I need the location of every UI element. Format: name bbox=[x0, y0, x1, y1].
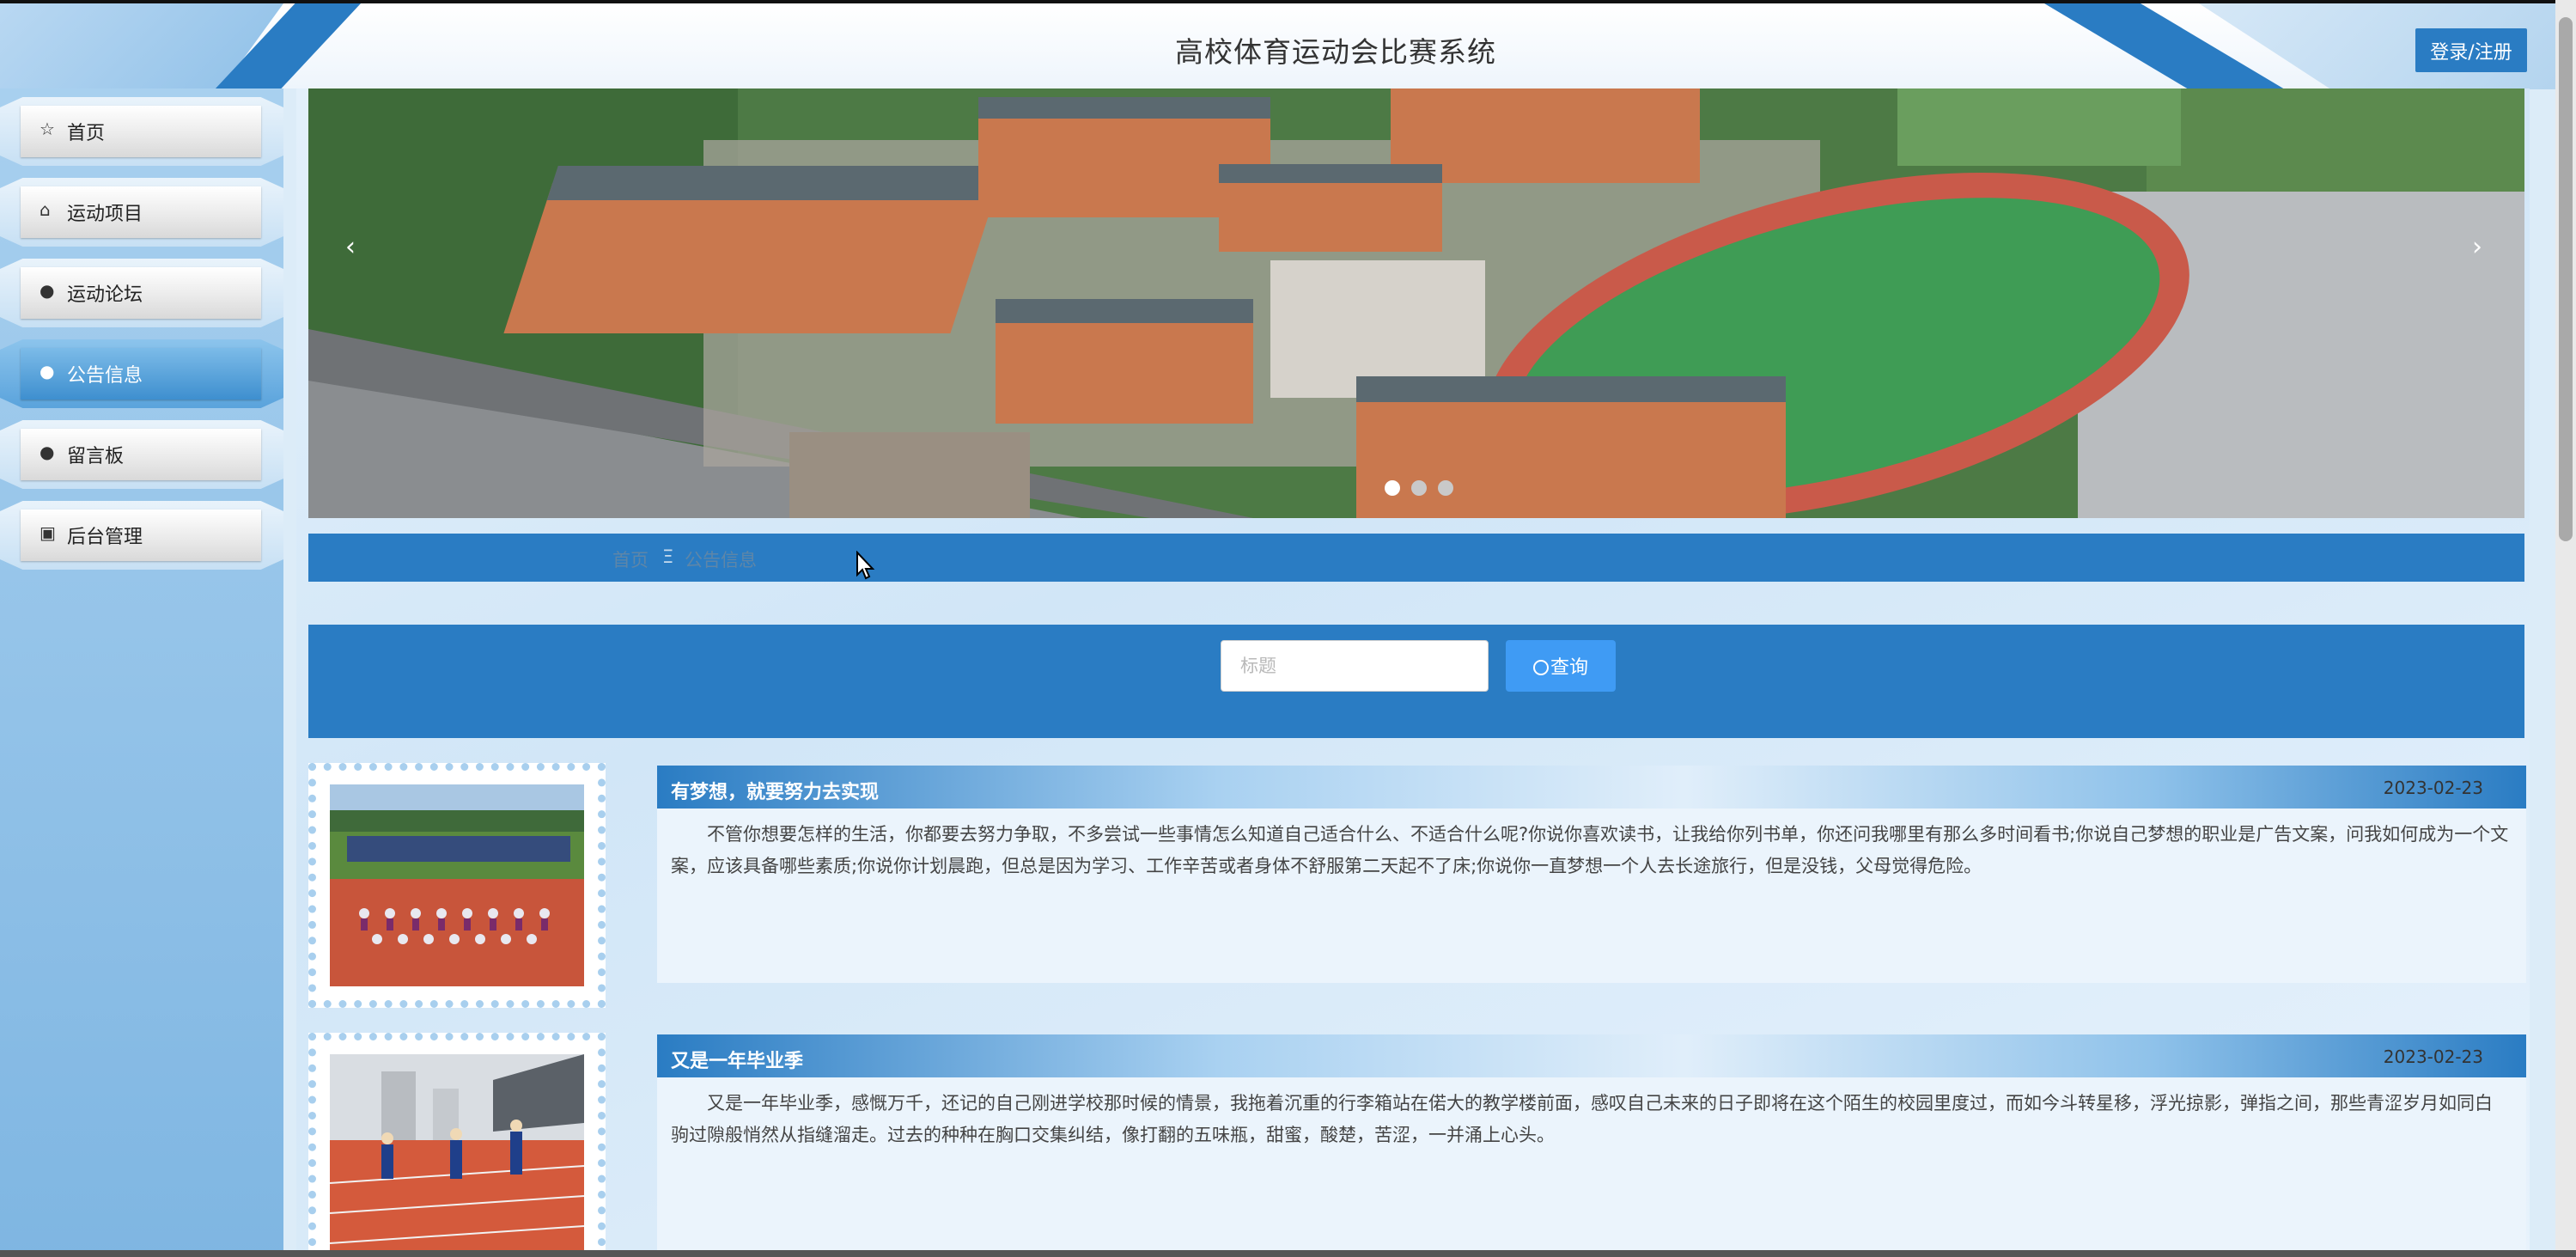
news-card-header: 又是一年毕业季 2023-02-23 bbox=[657, 1034, 2526, 1077]
info-circle-icon: ● bbox=[40, 442, 55, 462]
search-icon bbox=[1532, 660, 1549, 675]
campus-aerial-image bbox=[308, 88, 2524, 518]
carousel-indicators bbox=[1385, 480, 1465, 499]
breadcrumb: 首页 Ξ 公告信息 bbox=[308, 534, 2524, 582]
news-thumbnail[interactable] bbox=[308, 1033, 606, 1257]
carousel-prev-arrow[interactable]: ‹ bbox=[345, 232, 356, 262]
news-card-header: 有梦想，就要努力去实现 2023-02-23 bbox=[657, 766, 2526, 809]
site-title: 高校体育运动会比赛系统 bbox=[1175, 35, 1496, 69]
sidebar-item-announcements[interactable]: ● 公告信息 bbox=[0, 339, 283, 408]
breadcrumb-home-link[interactable]: 首页 bbox=[612, 546, 649, 572]
sidebar-item-label: 运动论坛 bbox=[67, 284, 143, 306]
banner-carousel[interactable] bbox=[308, 88, 2524, 518]
title-search-input[interactable] bbox=[1221, 640, 1489, 692]
carousel-dot[interactable] bbox=[1411, 480, 1427, 496]
breadcrumb-separator: Ξ bbox=[662, 546, 674, 567]
sidebar: ☆ 首页 ⌂ 运动项目 ● 运动论坛 ● 公告信息 ● 留言板 ▣ 后台管理 bbox=[0, 88, 283, 1257]
carousel-dot[interactable] bbox=[1385, 480, 1400, 496]
sidebar-item-label: 公告信息 bbox=[67, 365, 143, 387]
news-card: 有梦想，就要努力去实现 2023-02-23 不管你想要怎样的生活，你都要去努力… bbox=[657, 766, 2526, 983]
login-register-button[interactable]: 登录/注册 bbox=[2415, 28, 2527, 72]
window-bottom-edge bbox=[0, 1250, 2576, 1257]
sidebar-item-forum[interactable]: ● 运动论坛 bbox=[0, 259, 283, 327]
circle-icon: ● bbox=[40, 361, 55, 381]
track-race-image bbox=[330, 1054, 584, 1256]
mouse-cursor-icon bbox=[856, 551, 875, 580]
carousel-dot[interactable] bbox=[1438, 480, 1453, 496]
top-header: 高校体育运动会比赛系统 登录/注册 bbox=[0, 0, 2576, 89]
news-content: 又是一年毕业季，感慨万千，还记的自己刚进学校那时候的情景，我拖着沉重的行李箱站在… bbox=[671, 1093, 2493, 1145]
sidebar-item-home[interactable]: ☆ 首页 bbox=[0, 97, 283, 166]
page-scrollbar-thumb[interactable] bbox=[2559, 17, 2573, 541]
sidebar-item-label: 首页 bbox=[67, 123, 106, 144]
star-outline-icon: ☆ bbox=[40, 119, 55, 139]
news-title[interactable]: 有梦想，就要努力去实现 bbox=[671, 777, 879, 804]
sidebar-item-label: 运动项目 bbox=[67, 204, 143, 225]
sidebar-item-label: 留言板 bbox=[67, 446, 125, 467]
news-content: 不管你想要怎样的生活，你都要去努力争取，不多尝试一些事情怎么知道自己适合什么、不… bbox=[671, 824, 2509, 876]
news-card: 又是一年毕业季 2023-02-23 又是一年毕业季，感慨万千，还记的自己刚进学… bbox=[657, 1034, 2526, 1252]
breadcrumb-current: 公告信息 bbox=[685, 550, 757, 571]
sports-parade-image bbox=[330, 784, 584, 986]
bag-icon: ⌂ bbox=[40, 199, 51, 220]
search-button-label: 查询 bbox=[1550, 657, 1588, 679]
news-date: 2023-02-23 bbox=[2383, 1046, 2483, 1067]
info-circle-icon: ● bbox=[40, 280, 55, 301]
app-root: 高校体育运动会比赛系统 登录/注册 ☆ 首页 ⌂ 运动项目 ● 运动论坛 ● 公… bbox=[0, 0, 2576, 1257]
search-button[interactable]: 查询 bbox=[1506, 640, 1616, 692]
briefcase-icon: ▣ bbox=[40, 522, 56, 543]
sidebar-item-admin[interactable]: ▣ 后台管理 bbox=[0, 501, 283, 570]
news-title[interactable]: 又是一年毕业季 bbox=[671, 1046, 803, 1073]
sidebar-item-label: 后台管理 bbox=[67, 527, 143, 548]
news-date: 2023-02-23 bbox=[2383, 778, 2483, 798]
sidebar-item-message-board[interactable]: ● 留言板 bbox=[0, 420, 283, 489]
news-thumbnail[interactable] bbox=[308, 763, 606, 1008]
carousel-next-arrow[interactable]: › bbox=[2472, 232, 2482, 262]
sidebar-item-sports-events[interactable]: ⌂ 运动项目 bbox=[0, 178, 283, 247]
